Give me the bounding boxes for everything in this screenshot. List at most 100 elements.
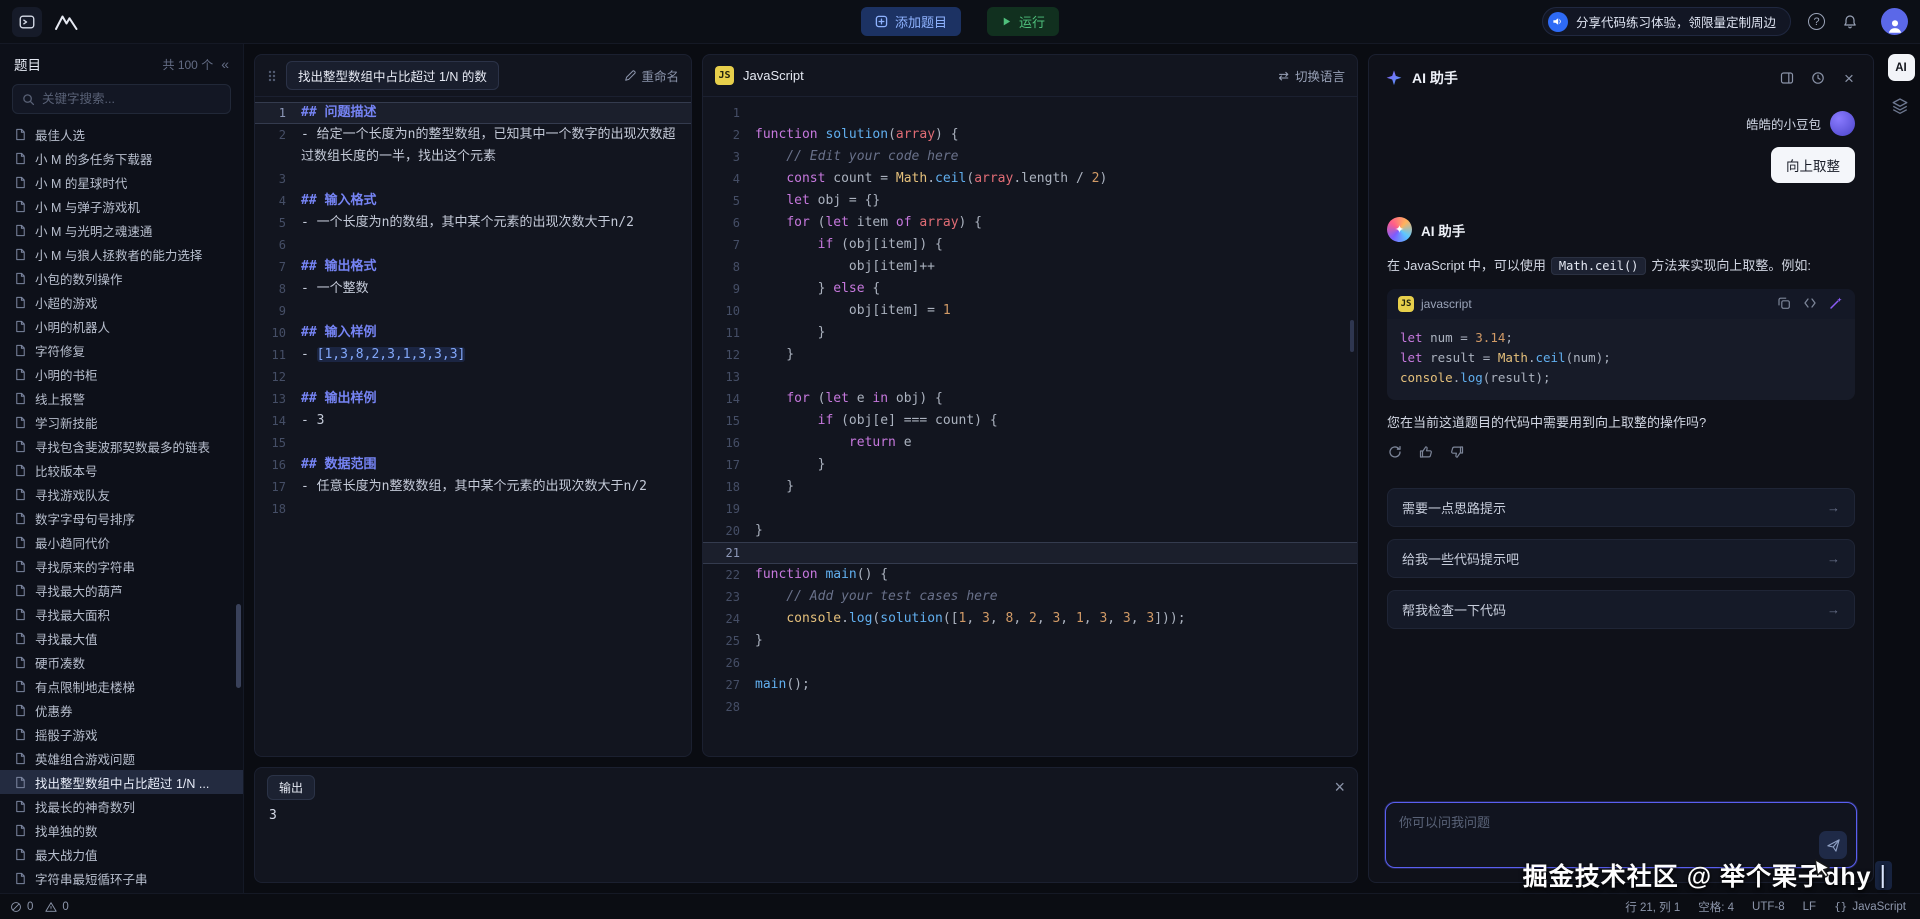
- code-editor[interactable]: 12function solution(array) {3 // Edit yo…: [703, 97, 1357, 756]
- sidebar-item[interactable]: 小明的机器人: [0, 314, 243, 338]
- markdown-line[interactable]: 17- 任意长度为n整数数组，其中某个元素的出现次数大于n/2: [255, 476, 691, 498]
- collapse-sidebar-icon[interactable]: «: [221, 56, 229, 72]
- code-line[interactable]: 8 obj[item]++: [703, 256, 1357, 278]
- rename-button[interactable]: 重命名: [624, 66, 679, 85]
- code-line[interactable]: 19: [703, 498, 1357, 520]
- sidebar-item[interactable]: 找出整型数组中占比超过 1/N ...: [0, 770, 243, 794]
- sidebar-item[interactable]: 有点限制地走楼梯: [0, 674, 243, 698]
- send-button[interactable]: [1819, 831, 1847, 859]
- code-line[interactable]: 4 const count = Math.ceil(array.length /…: [703, 168, 1357, 190]
- close-output-icon[interactable]: ×: [1334, 778, 1345, 796]
- sidebar-item[interactable]: 小 M 的多任务下载器: [0, 146, 243, 170]
- markdown-line[interactable]: 9: [255, 300, 691, 322]
- code-line[interactable]: 9 } else {: [703, 278, 1357, 300]
- code-line[interactable]: 25}: [703, 630, 1357, 652]
- plugin-icon[interactable]: [1891, 97, 1911, 117]
- sidebar-item[interactable]: 硬币凑数: [0, 650, 243, 674]
- sidebar-item[interactable]: 摇骰子游戏: [0, 722, 243, 746]
- code-line[interactable]: 7 if (obj[item]) {: [703, 234, 1357, 256]
- thumbs-up-icon[interactable]: [1418, 444, 1436, 462]
- code-line[interactable]: 10 obj[item] = 1: [703, 300, 1357, 322]
- sidebar-item[interactable]: 小超的游戏: [0, 290, 243, 314]
- problem-description[interactable]: 1## 问题描述2- 给定一个长度为n的整型数组，已知其中一个数字的出现次数超过…: [255, 97, 691, 756]
- sidebar-item[interactable]: 寻找最大值: [0, 626, 243, 650]
- search-box[interactable]: [12, 84, 231, 114]
- markdown-line[interactable]: 16## 数据范围: [255, 454, 691, 476]
- sidebar-item[interactable]: 寻找最大面积: [0, 602, 243, 626]
- markdown-line[interactable]: 13## 输出样例: [255, 388, 691, 410]
- code-line[interactable]: 22function main() {: [703, 564, 1357, 586]
- code-line[interactable]: 3 // Edit your code here: [703, 146, 1357, 168]
- sidebar-item[interactable]: 数字字母句号排序: [0, 506, 243, 530]
- code-line[interactable]: 21: [703, 542, 1357, 564]
- sidebar-item[interactable]: 英雄组合游戏问题: [0, 746, 243, 770]
- open-panel-icon[interactable]: [1779, 70, 1795, 86]
- code-line[interactable]: 16 return e: [703, 432, 1357, 454]
- error-count[interactable]: 0: [10, 901, 33, 913]
- sidebar-item[interactable]: 优惠券: [0, 698, 243, 722]
- copy-icon[interactable]: [1777, 296, 1792, 311]
- code-line[interactable]: 6 for (let item of array) {: [703, 212, 1357, 234]
- markdown-line[interactable]: 2- 给定一个长度为n的整型数组，已知其中一个数字的出现次数超过数组长度的一半，…: [255, 124, 691, 168]
- sidebar-item[interactable]: 小明的书柜: [0, 362, 243, 386]
- markdown-line[interactable]: 1## 问题描述: [255, 102, 691, 124]
- sidebar-scrollbar[interactable]: [236, 604, 241, 688]
- markdown-line[interactable]: 11- [1,3,8,2,3,1,3,3,3]: [255, 344, 691, 366]
- ai-input-box[interactable]: [1385, 802, 1857, 868]
- eol-setting[interactable]: LF: [1803, 901, 1816, 913]
- app-logo-icon[interactable]: [12, 7, 42, 37]
- sidebar-item[interactable]: 小 M 与弹子游戏机: [0, 194, 243, 218]
- sidebar-item[interactable]: 小 M 与光明之魂速通: [0, 218, 243, 242]
- editor-scrollbar[interactable]: [1350, 320, 1354, 352]
- search-input[interactable]: [42, 92, 221, 106]
- drag-handle-icon[interactable]: [267, 69, 277, 83]
- sidebar-item[interactable]: 比较版本号: [0, 458, 243, 482]
- sidebar-item[interactable]: 找单独的数: [0, 818, 243, 842]
- sidebar-item[interactable]: 最佳人选: [0, 122, 243, 146]
- language-mode[interactable]: {} JavaScript: [1834, 900, 1906, 913]
- markdown-line[interactable]: 8- 一个整数: [255, 278, 691, 300]
- sidebar-item[interactable]: 小 M 与狼人拯救者的能力选择: [0, 242, 243, 266]
- magic-wand-icon[interactable]: [1829, 296, 1844, 311]
- switch-language-button[interactable]: ⇄ 切换语言: [1279, 66, 1346, 85]
- code-line[interactable]: 12 }: [703, 344, 1357, 366]
- sidebar-item[interactable]: 学习新技能: [0, 410, 243, 434]
- code-line[interactable]: 13: [703, 366, 1357, 388]
- code-line[interactable]: 5 let obj = {}: [703, 190, 1357, 212]
- help-icon[interactable]: ?: [1808, 13, 1825, 30]
- code-line[interactable]: 1: [703, 102, 1357, 124]
- markdown-line[interactable]: 18: [255, 498, 691, 520]
- close-ai-panel-icon[interactable]: ×: [1841, 70, 1857, 86]
- thumbs-down-icon[interactable]: [1449, 444, 1467, 462]
- indent-setting[interactable]: 空格: 4: [1698, 899, 1734, 915]
- sidebar-item[interactable]: 寻找原来的字符串: [0, 554, 243, 578]
- ai-suggestion-button[interactable]: 给我一些代码提示吧→: [1387, 539, 1855, 578]
- encoding[interactable]: UTF-8: [1752, 901, 1785, 913]
- code-line[interactable]: 27main();: [703, 674, 1357, 696]
- markdown-line[interactable]: 15: [255, 432, 691, 454]
- code-line[interactable]: 15 if (obj[e] === count) {: [703, 410, 1357, 432]
- history-icon[interactable]: [1810, 70, 1826, 86]
- output-tab[interactable]: 输出: [267, 775, 315, 800]
- bell-icon[interactable]: [1842, 14, 1858, 30]
- regenerate-icon[interactable]: [1387, 444, 1405, 462]
- sidebar-item[interactable]: 找最长的神奇数列: [0, 794, 243, 818]
- warning-count[interactable]: 0: [45, 901, 68, 913]
- user-avatar[interactable]: [1881, 8, 1908, 35]
- code-line[interactable]: 23 // Add your test cases here: [703, 586, 1357, 608]
- code-line[interactable]: 18 }: [703, 476, 1357, 498]
- ai-suggestion-button[interactable]: 帮我检查一下代码→: [1387, 590, 1855, 629]
- markdown-line[interactable]: 12: [255, 366, 691, 388]
- code-line[interactable]: 26: [703, 652, 1357, 674]
- markdown-line[interactable]: 3: [255, 168, 691, 190]
- sidebar-item[interactable]: 小 M 的星球时代: [0, 170, 243, 194]
- sidebar-item[interactable]: 寻找最大的葫芦: [0, 578, 243, 602]
- insert-code-icon[interactable]: [1803, 296, 1818, 311]
- sidebar-item[interactable]: 最大战力值: [0, 842, 243, 866]
- markdown-line[interactable]: 6: [255, 234, 691, 256]
- cursor-position[interactable]: 行 21, 列 1: [1625, 899, 1680, 915]
- code-line[interactable]: 2function solution(array) {: [703, 124, 1357, 146]
- markdown-line[interactable]: 5- 一个长度为n的数组，其中某个元素的出现次数大于n/2: [255, 212, 691, 234]
- sidebar-item[interactable]: 最小趋同代价: [0, 530, 243, 554]
- sidebar-item[interactable]: 小包的数列操作: [0, 266, 243, 290]
